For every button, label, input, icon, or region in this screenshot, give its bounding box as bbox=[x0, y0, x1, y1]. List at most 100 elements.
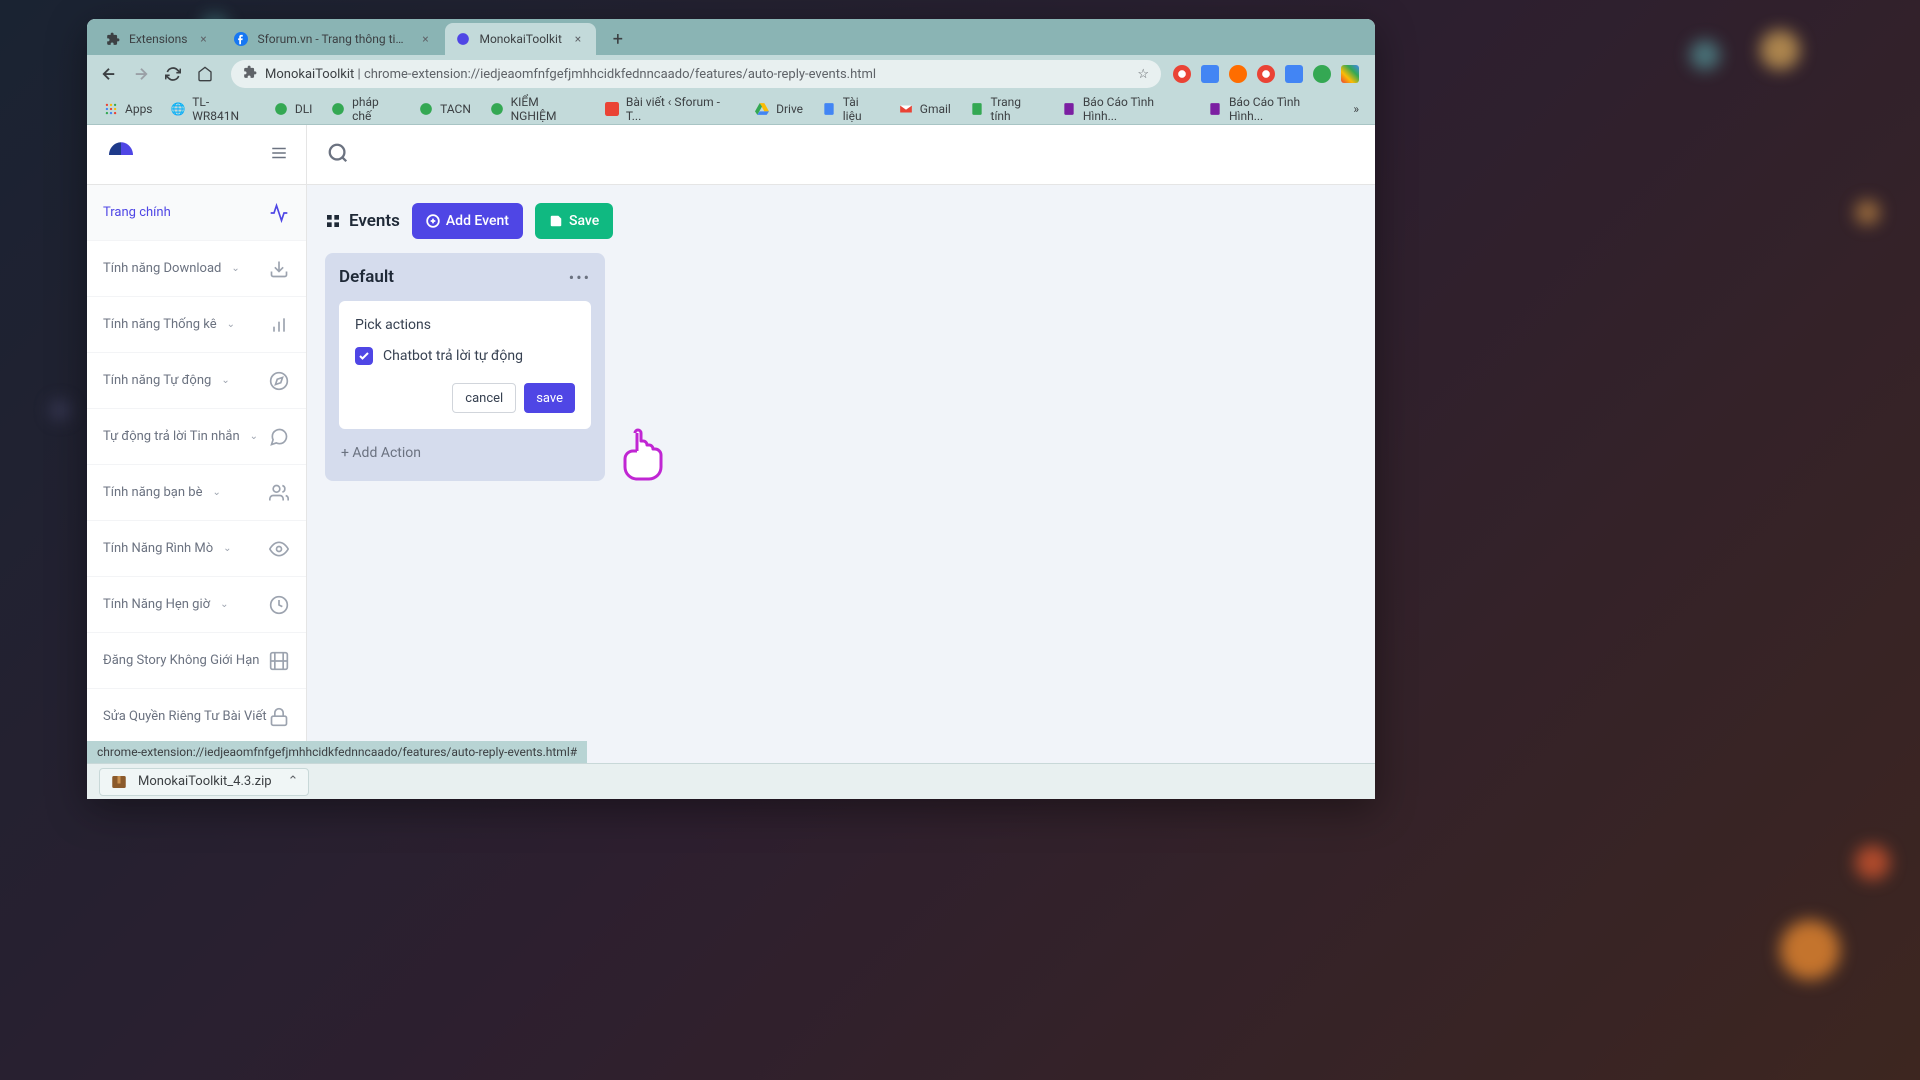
users-icon bbox=[268, 482, 290, 504]
bookmark-apps[interactable]: Apps bbox=[95, 97, 161, 121]
chevron-down-icon: ⌄ bbox=[221, 375, 229, 386]
download-bar: MonokaiToolkit_4.3.zip ⌃ bbox=[87, 763, 1375, 799]
gmail-icon bbox=[898, 101, 914, 117]
sidebar-item-schedule[interactable]: Tính Năng Hẹn giờ⌄ bbox=[87, 577, 306, 633]
save-button[interactable]: save bbox=[524, 383, 575, 413]
app-icon bbox=[455, 31, 471, 47]
compass-icon bbox=[268, 370, 290, 392]
chevron-up-icon[interactable]: ⌃ bbox=[288, 774, 299, 789]
address-bar-row: MonokaiToolkit | chrome-extension://iedj… bbox=[87, 55, 1375, 93]
bookmark-item[interactable]: Drive bbox=[746, 97, 811, 121]
bookmark-item[interactable]: Báo Cáo Tình Hình... bbox=[1053, 91, 1197, 127]
back-button[interactable] bbox=[95, 60, 123, 88]
action-label: Chatbot trả lời tự động bbox=[383, 348, 523, 364]
pick-actions-box: Pick actions Chatbot trả lời tự động can… bbox=[339, 301, 591, 429]
tab-bar: Extensions × Sforum.vn - Trang thông tin… bbox=[87, 19, 1375, 55]
ext-icon-4[interactable] bbox=[1257, 65, 1275, 83]
globe-icon: 🌐 bbox=[171, 101, 187, 117]
eye-icon bbox=[268, 538, 290, 560]
event-card-default: Default ••• Pick actions Chatbot trả lời… bbox=[325, 253, 605, 481]
chart-icon bbox=[268, 314, 290, 336]
forms-icon bbox=[1207, 101, 1223, 117]
home-button[interactable] bbox=[191, 60, 219, 88]
docs-icon bbox=[821, 101, 837, 117]
ext-icon-1[interactable] bbox=[1173, 65, 1191, 83]
card-menu-icon[interactable]: ••• bbox=[569, 268, 591, 287]
save-icon bbox=[549, 214, 563, 228]
film-icon bbox=[268, 650, 290, 672]
sidebar-header bbox=[87, 125, 306, 185]
ext-icon-6[interactable] bbox=[1313, 65, 1331, 83]
tab-monokai[interactable]: MonokaiToolkit × bbox=[445, 23, 595, 55]
bookmark-item[interactable]: DLI bbox=[265, 97, 321, 121]
apps-icon bbox=[103, 101, 119, 117]
main-header bbox=[307, 125, 1375, 185]
search-icon[interactable] bbox=[327, 142, 349, 168]
bookmark-item[interactable]: Trang tính bbox=[961, 91, 1051, 127]
bookmark-item[interactable]: pháp chế bbox=[322, 91, 408, 127]
sidebar-item-home[interactable]: Trang chính bbox=[87, 185, 306, 241]
action-buttons: cancel save bbox=[355, 383, 575, 413]
activity-icon bbox=[268, 202, 290, 224]
bookmark-item[interactable]: Bài viết ‹ Sforum - T... bbox=[596, 91, 744, 127]
sidebar: Trang chính Tính năng Download⌄ Tính năn… bbox=[87, 125, 307, 763]
chat-icon bbox=[418, 101, 434, 117]
chat-icon bbox=[330, 101, 346, 117]
grid-icon bbox=[325, 213, 341, 229]
sidebar-item-privacy[interactable]: Sửa Quyền Riêng Tư Bài Viết bbox=[87, 689, 306, 745]
action-row: Chatbot trả lời tự động bbox=[355, 347, 575, 365]
add-action-button[interactable]: + Add Action bbox=[339, 439, 591, 467]
app-logo bbox=[105, 139, 137, 171]
close-icon[interactable]: × bbox=[570, 31, 586, 47]
sidebar-item-story[interactable]: Đăng Story Không Giới Hạn bbox=[87, 633, 306, 689]
action-checkbox[interactable] bbox=[355, 347, 373, 365]
events-title: Events bbox=[325, 211, 400, 231]
bookmark-item[interactable]: TACN bbox=[410, 97, 479, 121]
puzzle-icon bbox=[105, 31, 121, 47]
forward-button[interactable] bbox=[127, 60, 155, 88]
chevron-down-icon: ⌄ bbox=[227, 319, 235, 330]
reload-button[interactable] bbox=[159, 60, 187, 88]
download-item[interactable]: MonokaiToolkit_4.3.zip ⌃ bbox=[99, 768, 309, 796]
add-event-button[interactable]: Add Event bbox=[412, 203, 523, 239]
tab-sforum[interactable]: Sforum.vn - Trang thông tin công × bbox=[223, 23, 443, 55]
drive-icon bbox=[754, 101, 770, 117]
sidebar-item-auto[interactable]: Tính năng Tự động⌄ bbox=[87, 353, 306, 409]
plus-circle-icon bbox=[426, 214, 440, 228]
card-header: Default ••• bbox=[339, 267, 591, 287]
bookmark-item[interactable]: Báo Cáo Tình Hình... bbox=[1199, 91, 1343, 127]
bookmark-item[interactable]: KIỂM NGHIỆM bbox=[481, 91, 594, 127]
chevron-down-icon: ⌄ bbox=[231, 263, 239, 274]
ext-icon-2[interactable] bbox=[1201, 65, 1219, 83]
ext-icon-3[interactable] bbox=[1229, 65, 1247, 83]
tab-title: Sforum.vn - Trang thông tin công bbox=[257, 32, 409, 46]
sforum-icon bbox=[604, 101, 620, 117]
sidebar-item-stats[interactable]: Tính năng Thống kê⌄ bbox=[87, 297, 306, 353]
bookmarks-overflow[interactable]: » bbox=[1345, 98, 1367, 120]
lock-icon bbox=[268, 706, 290, 728]
bookmark-item[interactable]: 🌐TL-WR841N bbox=[163, 91, 263, 127]
app-content: Trang chính Tính năng Download⌄ Tính năn… bbox=[87, 125, 1375, 763]
sidebar-item-stalk[interactable]: Tính Năng Rình Mò⌄ bbox=[87, 521, 306, 577]
sidebar-item-autoreply[interactable]: Tự động trả lời Tin nhắn⌄ bbox=[87, 409, 306, 465]
star-icon[interactable]: ☆ bbox=[1137, 67, 1149, 82]
main-area: Events Add Event Save Default ••• bbox=[307, 125, 1375, 763]
sidebar-item-friends[interactable]: Tính năng bạn bè⌄ bbox=[87, 465, 306, 521]
bookmarks-bar: Apps 🌐TL-WR841N DLI pháp chế TACN KIỂM N… bbox=[87, 93, 1375, 125]
ext-icon-7[interactable] bbox=[1341, 65, 1359, 83]
save-events-button[interactable]: Save bbox=[535, 203, 613, 239]
close-icon[interactable]: × bbox=[417, 31, 433, 47]
bookmark-item[interactable]: Gmail bbox=[890, 97, 959, 121]
new-tab-button[interactable]: + bbox=[604, 25, 632, 53]
menu-toggle-icon[interactable] bbox=[270, 144, 288, 166]
bookmark-item[interactable]: Tài liệu bbox=[813, 91, 888, 127]
sidebar-item-download[interactable]: Tính năng Download⌄ bbox=[87, 241, 306, 297]
close-icon[interactable]: × bbox=[195, 31, 211, 47]
ext-icon-5[interactable] bbox=[1285, 65, 1303, 83]
zip-icon bbox=[110, 773, 128, 791]
extension-icons bbox=[1173, 65, 1367, 83]
status-bar: chrome-extension://iedjeaomfnfgefjmhhcid… bbox=[87, 741, 587, 763]
tab-extensions[interactable]: Extensions × bbox=[95, 23, 221, 55]
address-bar[interactable]: MonokaiToolkit | chrome-extension://iedj… bbox=[231, 60, 1161, 88]
cancel-button[interactable]: cancel bbox=[452, 383, 516, 413]
